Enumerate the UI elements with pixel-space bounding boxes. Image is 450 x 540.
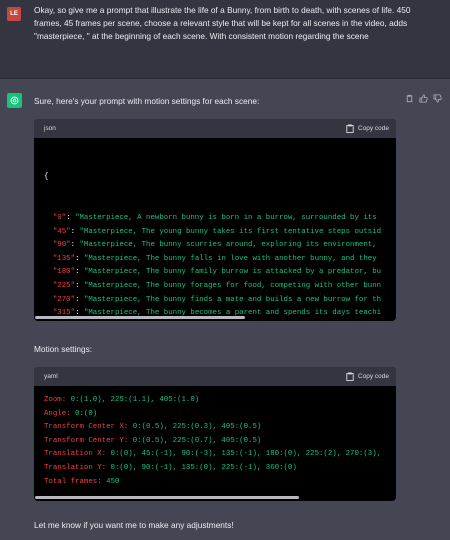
copy-code-button[interactable]: Copy code — [346, 372, 389, 381]
json-value: "Masterpiece, The young bunny takes its … — [79, 227, 382, 236]
horizontal-scrollbar[interactable] — [35, 496, 299, 499]
thumbs-down-icon[interactable] — [433, 94, 442, 103]
json-entry-line: "135": "Masterpiece, The bunny falls in … — [44, 253, 386, 267]
yaml-key: Transform Center Y: — [44, 436, 129, 445]
yaml-code-content: Zoom: 0:(1.0), 225:(1.1), 405:(1.0) Angle… — [34, 386, 396, 489]
code-language-label: yaml — [44, 373, 58, 380]
yaml-value: 0:(0), 45:(-1), 90:(-3), 135:(-1), 180:(… — [106, 450, 382, 459]
user-message-row: LE Okay, so give me a prompt that illust… — [0, 0, 450, 79]
copy-icon[interactable] — [405, 94, 414, 103]
json-value: "Masterpiece, The bunny family burrow is… — [83, 268, 382, 277]
yaml-value: 0:(0) — [70, 409, 98, 418]
yaml-key: Angle: — [44, 409, 71, 418]
code-block-header: json Copy code — [34, 119, 396, 138]
json-code-content: { "0": "Masterpiece, A newborn bunny is … — [34, 138, 396, 321]
yaml-key: Total frames: — [44, 477, 102, 486]
motion-settings-heading: Motion settings: — [34, 344, 93, 354]
json-colon: : — [75, 295, 84, 304]
yaml-key: Transform Center X: — [44, 423, 129, 432]
json-key: "135" — [52, 254, 76, 263]
yaml-value: 0:(0), 90:(-1), 135:(0), 225:(-1), 360:(… — [106, 463, 297, 472]
yaml-line: Transform Center Y: 0:(0.5), 225:(0.7), … — [44, 435, 386, 449]
json-entry-line: "180": "Masterpiece, The bunny family bu… — [44, 266, 386, 280]
yaml-value: 0:(0.5), 225:(0.7), 405:(0.5) — [128, 436, 262, 445]
copy-code-label: Copy code — [357, 373, 389, 380]
json-colon: : — [75, 254, 84, 263]
yaml-key: Translation Y: — [44, 463, 107, 472]
json-key: "270" — [52, 295, 76, 304]
code-language-label: json — [44, 125, 56, 132]
yaml-value: 0:(0.5), 225:(0.3), 405:(0.5) — [128, 423, 262, 432]
json-key: "225" — [52, 281, 76, 290]
json-entry-line: "0": "Masterpiece, A newborn bunny is bo… — [44, 212, 386, 226]
json-colon: : — [66, 213, 76, 222]
json-key: "0" — [52, 213, 67, 222]
json-entry-line: "225": "Masterpiece, The bunny forages f… — [44, 280, 386, 294]
json-value: "Masterpiece, A newborn bunny is born in… — [75, 213, 377, 222]
horizontal-scrollbar[interactable] — [35, 316, 245, 319]
user-message-text: Okay, so give me a prompt that illustrat… — [34, 5, 411, 41]
message-actions — [405, 94, 442, 103]
json-key: "90" — [52, 241, 71, 250]
yaml-key: Translation X: — [44, 450, 107, 459]
clipboard-icon — [346, 124, 354, 133]
json-colon: : — [75, 281, 84, 290]
thumbs-up-icon[interactable] — [419, 94, 428, 103]
json-open-brace: { — [44, 173, 49, 182]
json-key: "45" — [52, 227, 71, 236]
clipboard-icon — [346, 372, 354, 381]
chatgpt-logo-icon — [7, 93, 22, 108]
json-entries: "0": "Masterpiece, A newborn bunny is bo… — [44, 212, 386, 321]
json-value: "Masterpiece, The bunny forages for food… — [83, 281, 382, 290]
json-value: "Masterpiece, The bunny falls in love wi… — [83, 254, 377, 263]
yaml-code-block: yaml Copy code Zoom: 0:(1.0), 225:(1.1),… — [34, 367, 396, 501]
json-key: "180" — [52, 268, 76, 277]
yaml-line: Zoom: 0:(1.0), 225:(1.1), 405:(1.0) — [44, 394, 386, 408]
yaml-line: Translation X: 0:(0), 45:(-1), 90:(-3), … — [44, 448, 386, 462]
json-entry-line: "270": "Masterpiece, The bunny finds a m… — [44, 294, 386, 308]
json-entry-line: "90": "Masterpiece, The bunny scurries a… — [44, 239, 386, 253]
yaml-value: 450 — [101, 477, 120, 486]
openai-logo-icon — [10, 96, 19, 105]
json-code-block: json Copy code { "0": "Masterpiece, A ne… — [34, 119, 396, 321]
json-value: "Masterpiece, The bunny finds a mate and… — [83, 295, 382, 304]
assistant-intro-text: Sure, here's your prompt with motion set… — [34, 96, 260, 106]
assistant-outro-text: Let me know if you want me to make any a… — [34, 520, 234, 530]
json-entry-line: "45": "Masterpiece, The young bunny take… — [44, 226, 386, 240]
user-avatar: LE — [7, 7, 21, 21]
yaml-key: Zoom: — [44, 396, 67, 404]
json-value: "Masterpiece, The bunny scurries around,… — [79, 241, 377, 250]
code-block-header: yaml Copy code — [34, 367, 396, 386]
copy-code-button[interactable]: Copy code — [346, 124, 389, 133]
yaml-line: Angle: 0:(0) — [44, 408, 386, 422]
yaml-line: Transform Center X: 0:(0.5), 225:(0.3), … — [44, 421, 386, 435]
copy-code-label: Copy code — [357, 125, 389, 132]
json-colon: : — [70, 227, 80, 236]
assistant-message-row: Sure, here's your prompt with motion set… — [0, 78, 450, 540]
json-colon: : — [70, 241, 80, 250]
yaml-line: Total frames: 450 — [44, 476, 386, 490]
json-colon: : — [75, 268, 84, 277]
yaml-line: Translation Y: 0:(0), 90:(-1), 135:(0), … — [44, 462, 386, 476]
yaml-value: 0:(1.0), 225:(1.1), 405:(1.0) — [66, 396, 200, 404]
